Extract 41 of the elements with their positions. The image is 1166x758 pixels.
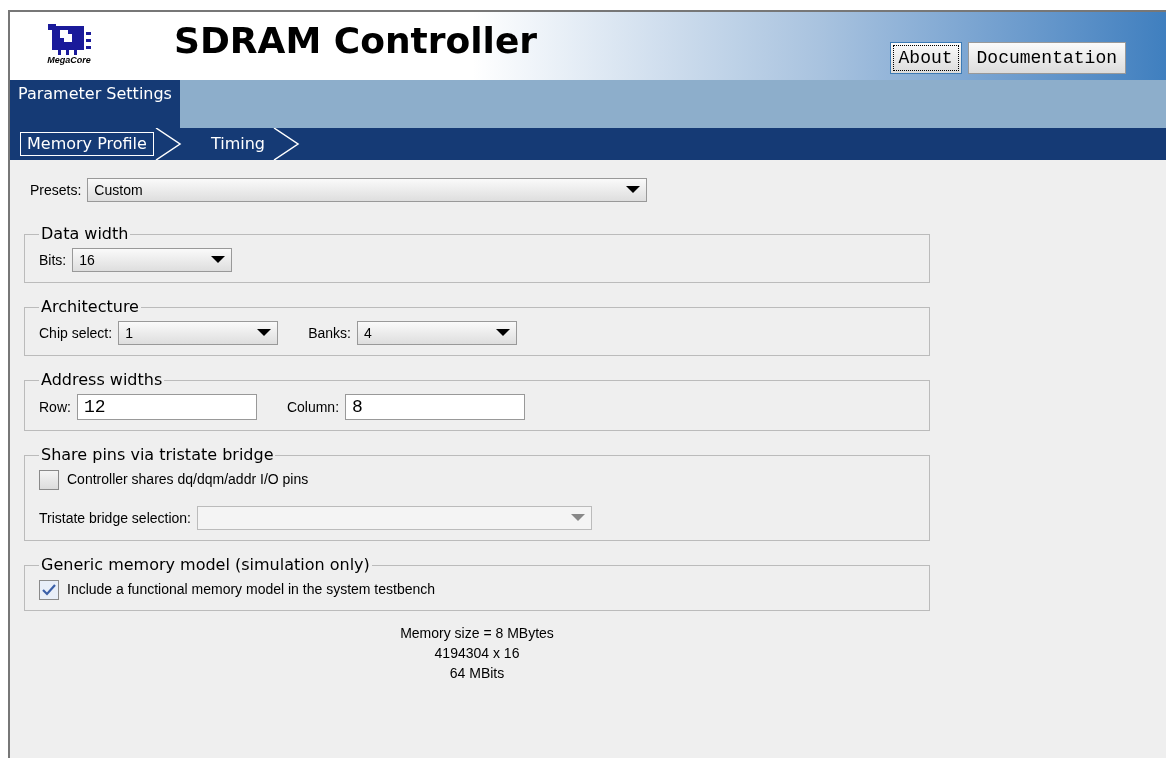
input-field[interactable]: 8 [345, 394, 526, 420]
checkbox[interactable] [39, 579, 59, 600]
checkbox-label: Include a functional memory model in the system testbench [67, 580, 436, 599]
header-button[interactable]: Documentation [967, 42, 1126, 74]
group-title: Generic memory model (simulation only) [40, 554, 371, 576]
group-title: Architecture [40, 296, 140, 318]
dropdown[interactable]: 16 [72, 248, 233, 272]
dropdown-arrow-icon [211, 256, 226, 264]
dropdown-arrow-icon [571, 514, 585, 522]
field-label: Column: [286, 397, 340, 417]
dropdown-arrow-icon [495, 329, 510, 337]
logo-text: MegaCore [47, 56, 91, 65]
input-field[interactable]: 12 [76, 394, 257, 420]
field-label: Tristate bridge selection: [39, 508, 191, 528]
chevron-icon [271, 128, 302, 160]
field-label: Bits: [39, 250, 67, 270]
dropdown-arrow-icon [257, 329, 272, 337]
group-title: Share pins via tristate bridge [40, 444, 275, 466]
group-title: Data width [40, 223, 130, 245]
tab[interactable]: Parameter Settings [10, 80, 180, 128]
window-title: SDRAM Controller [174, 19, 538, 63]
puzzle-chip-logo-icon [46, 22, 92, 56]
memory-summary-line: 64 MBits [449, 664, 505, 683]
field-label: Chip select: [39, 323, 113, 343]
checkmark-icon [42, 583, 56, 596]
wizard-step[interactable]: Timing [203, 132, 272, 156]
memory-summary-line: 4194304 x 16 [434, 644, 520, 663]
field-label: Presets: [30, 180, 82, 200]
dropdown[interactable]: Custom [87, 178, 648, 202]
memory-summary-line: Memory size = 8 MBytes [400, 624, 554, 643]
checkbox-label: Controller shares dq/dqm/addr I/O pins [67, 470, 309, 489]
header-button[interactable]: About [889, 42, 962, 74]
checkbox[interactable] [39, 469, 59, 490]
field-label: Banks: [308, 323, 351, 343]
dropdown[interactable]: 4 [356, 321, 517, 345]
chevron-icon [153, 128, 184, 160]
wizard-step[interactable]: Memory Profile [20, 132, 154, 156]
group-title: Address widths [40, 369, 164, 391]
dropdown[interactable]: 1 [118, 321, 279, 345]
field-label: Row: [39, 397, 71, 417]
dropdown-arrow-icon [626, 186, 641, 194]
